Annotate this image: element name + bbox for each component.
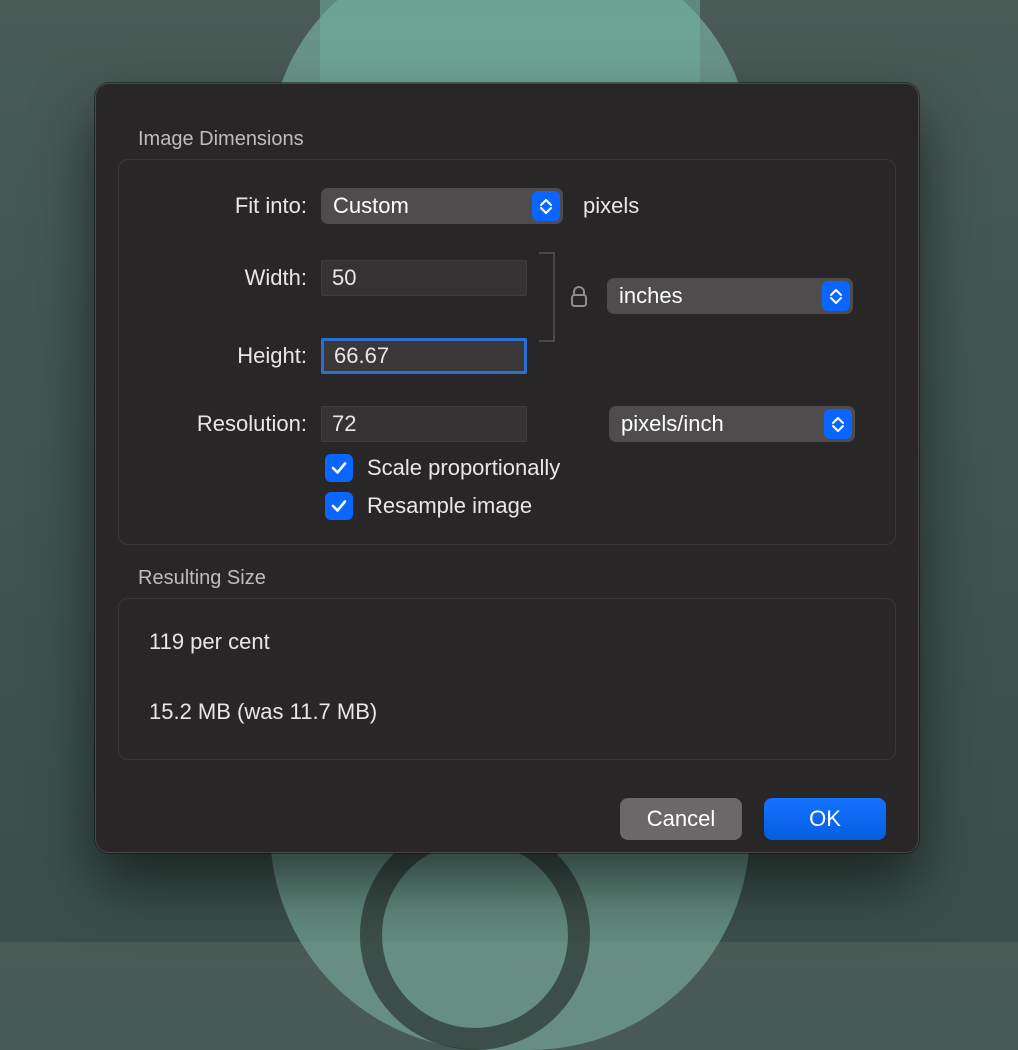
resolution-unit-select[interactable]: pixels/inch <box>609 406 855 442</box>
image-size-dialog: Image Dimensions Fit into: Custom pixels… <box>95 83 919 853</box>
chevron-updown-icon <box>532 191 560 221</box>
image-dimensions-group: Fit into: Custom pixels Width: Height: <box>118 159 896 545</box>
height-input[interactable] <box>321 338 527 374</box>
resolution-input[interactable] <box>321 406 527 442</box>
ok-button[interactable]: OK <box>764 798 886 840</box>
resolution-unit-value: pixels/inch <box>621 411 724 437</box>
fit-into-label: Fit into: <box>141 193 321 219</box>
resolution-label: Resolution: <box>141 411 321 437</box>
chevron-updown-icon <box>824 409 852 439</box>
scale-proportionally-label: Scale proportionally <box>367 455 560 481</box>
aspect-lock-bracket <box>539 252 589 342</box>
resample-image-label: Resample image <box>367 493 532 519</box>
fit-into-value: Custom <box>333 193 409 219</box>
size-unit-select[interactable]: inches <box>607 278 853 314</box>
chevron-updown-icon <box>822 281 850 311</box>
height-label: Height: <box>141 343 321 369</box>
image-dimensions-title: Image Dimensions <box>138 128 896 151</box>
resulting-size-title: Resulting Size <box>138 567 896 590</box>
resulting-percent: 119 per cent <box>149 629 873 655</box>
width-input[interactable] <box>321 260 527 296</box>
fit-into-select[interactable]: Custom <box>321 188 563 224</box>
fit-into-unit-suffix: pixels <box>583 193 639 219</box>
resulting-filesize: 15.2 MB (was 11.7 MB) <box>149 699 873 725</box>
resample-image-checkbox[interactable] <box>325 492 353 520</box>
cancel-button[interactable]: Cancel <box>620 798 742 840</box>
resulting-size-group: 119 per cent 15.2 MB (was 11.7 MB) <box>118 598 896 760</box>
background-image-logo <box>360 820 590 1050</box>
lock-icon[interactable] <box>569 285 589 309</box>
scale-proportionally-checkbox[interactable] <box>325 454 353 482</box>
width-label: Width: <box>141 265 321 291</box>
size-unit-value: inches <box>619 283 683 309</box>
